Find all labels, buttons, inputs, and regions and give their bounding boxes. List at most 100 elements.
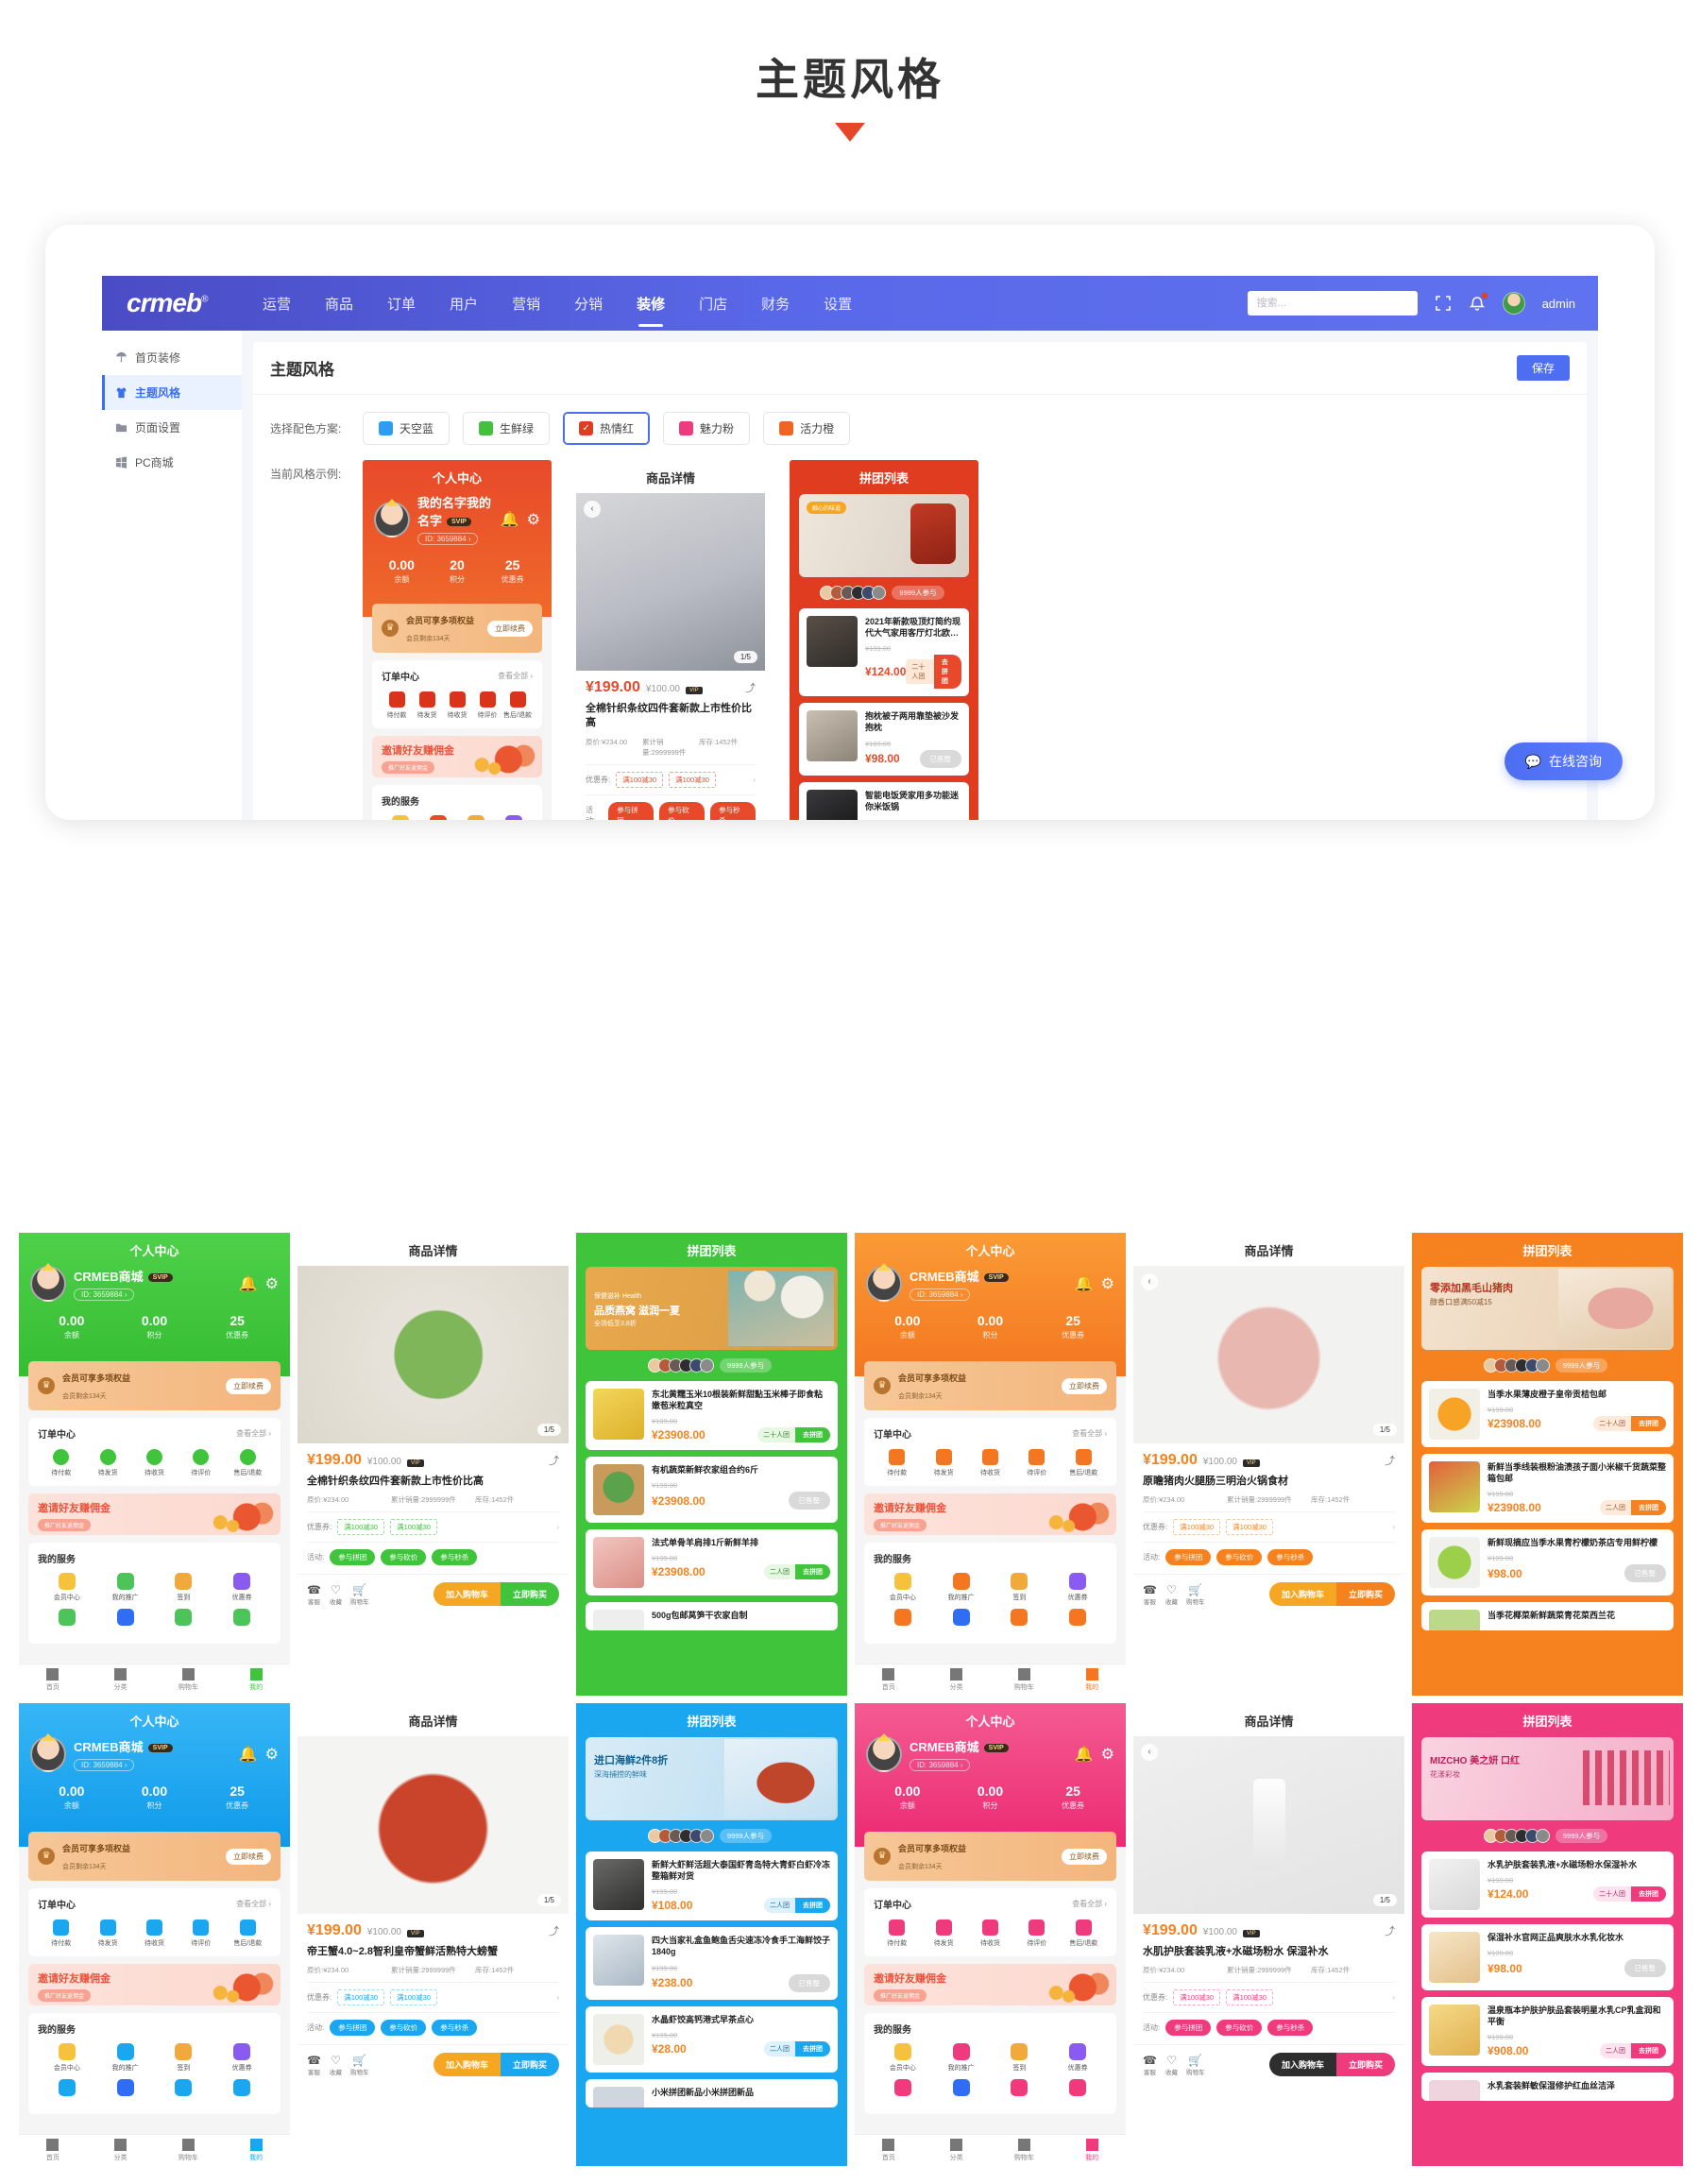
gl-item[interactable]: 500g包邮莴笋干农家自制 — [586, 1602, 838, 1631]
invite-banner[interactable]: 邀请好友赚佣金 推广好友返佣金 — [28, 1964, 280, 2005]
gl-join-button[interactable]: 二人团 去拼团 — [764, 2040, 830, 2056]
crmeb-logo[interactable]: crmeb® — [102, 288, 242, 318]
gl-item[interactable]: 水乳套装鲜敏保湿修护红血丝洁泽 — [1421, 2073, 1674, 2102]
gl-item[interactable]: 水晶虾饺高钙港式早茶点心 ¥199.00 ¥28.00 二人团 去拼团 — [586, 2005, 838, 2073]
add-cart-button[interactable]: 加入购物车 — [433, 2053, 501, 2077]
activity-bargain[interactable]: 参与砍价 — [1216, 1549, 1263, 1566]
order-item-aftersale[interactable]: 售后/退款 — [1061, 1449, 1107, 1477]
gl-banner[interactable]: 零添加黑毛山猪肉 醇香口感满50减15 — [1421, 1267, 1674, 1350]
bell-icon[interactable] — [1469, 292, 1488, 312]
service-icon[interactable]: ☎ 客服 — [1143, 1583, 1157, 1606]
tab-cart[interactable]: 购物车 — [991, 1668, 1059, 1692]
service-item-coupon[interactable]: 优惠券 — [212, 2043, 271, 2073]
gl-banner[interactable]: 触心的味道 — [799, 494, 969, 577]
bell-icon[interactable]: 🔔 — [239, 1745, 258, 1764]
gl-item[interactable]: 四大当家礼盒鱼鲍鱼舌尖速冻冷食手工海鲜饺子1840g ¥199.00 ¥238.… — [586, 1927, 838, 2000]
service-item-signin[interactable]: 签到 — [991, 1573, 1049, 1602]
sidebar-item-pc-mall[interactable]: PC商城 — [102, 445, 242, 480]
activity-seckill[interactable]: 参与秒杀 — [710, 801, 756, 820]
order-item-pending-pay[interactable]: 待付款 — [38, 1449, 84, 1477]
service-icon[interactable]: ☎ 客服 — [1143, 2054, 1157, 2076]
add-cart-button[interactable]: 加入购物车 — [433, 1582, 501, 1607]
scheme-option-fresh-green[interactable]: 生鲜绿 — [463, 412, 551, 445]
order-item-pending-review[interactable]: 待评价 — [178, 1920, 224, 1948]
service-item-extra-1[interactable] — [874, 1609, 932, 1629]
nav-item-yonghu[interactable]: 用户 — [448, 277, 480, 331]
gl-item[interactable]: 东北黄糯玉米10根装新鲜甜點玉米棒子即食粘嫩苞米粒真空 ¥199.00 ¥239… — [586, 1381, 838, 1451]
activity-seckill[interactable]: 参与秒杀 — [432, 1549, 478, 1566]
sidebar-item-page-settings[interactable]: 页面设置 — [102, 410, 242, 445]
sidebar-item-theme-style[interactable]: 主题风格 — [102, 375, 242, 410]
service-item-extra-4[interactable] — [1048, 2079, 1107, 2099]
invite-banner[interactable]: 邀请好友赚佣金 推广好友返佣金 — [372, 736, 542, 777]
gl-item[interactable]: 新鲜大虾鲜活超大泰国虾青岛特大青虾白虾冷冻整箱鲜对货 ¥199.00 ¥108.… — [586, 1851, 838, 1921]
share-icon[interactable]: ⤴ — [1385, 1453, 1395, 1468]
activity-group-buy[interactable]: 参与拼团 — [330, 2020, 376, 2037]
cart-icon[interactable]: 🛒 购物车 — [350, 1583, 369, 1606]
gl-banner[interactable]: MIZCHO 美之妍 口红 花漾彩妆 — [1421, 1737, 1674, 1820]
buy-now-button[interactable]: 立即购买 — [500, 2053, 559, 2077]
gl-item[interactable]: 法式单骨羊肩排1斤新鲜羊排 ¥199.00 ¥23908.00 二人团 去拼团 — [586, 1529, 838, 1596]
user-avatar[interactable] — [374, 502, 410, 537]
gl-banner[interactable]: 保健滋补 Health 品质燕窝 滋润一夏 全场低至3.8折 — [586, 1267, 838, 1350]
order-item-aftersale[interactable]: 售后/退款 — [502, 691, 533, 720]
gl-join-button[interactable]: 二人团 去拼团 — [764, 1564, 830, 1580]
vip-banner[interactable]: 会员可享多项权益 会员剩余134天 立即续费 — [372, 604, 542, 653]
bell-icon[interactable]: 🔔 — [239, 1274, 258, 1293]
uc-user-id[interactable]: ID: 3659884 › — [74, 1758, 135, 1771]
scheme-option-charm-pink[interactable]: 魅力粉 — [663, 412, 751, 445]
order-item-pending-pay[interactable]: 待付款 — [38, 1920, 84, 1948]
order-item-pending-pay[interactable]: 待付款 — [382, 691, 412, 720]
vip-renew-button[interactable]: 立即续费 — [226, 1377, 271, 1394]
bell-icon[interactable]: 🔔 — [1075, 1745, 1094, 1764]
nav-item-yingxiao[interactable]: 营销 — [510, 277, 542, 331]
service-item-promotion[interactable]: 我的推广 — [932, 2043, 991, 2073]
gear-icon[interactable]: ⚙ — [265, 1274, 279, 1293]
service-item-signin[interactable]: 签到 — [155, 1573, 213, 1602]
order-center-more[interactable]: 查看全部 › — [236, 1428, 271, 1439]
order-item-pending-receive[interactable]: 待收货 — [967, 1920, 1013, 1948]
vip-renew-button[interactable]: 立即续费 — [1062, 1848, 1107, 1865]
gl-item[interactable]: 有机蔬菜新鲜农家组合约6斤 ¥199.00 ¥23908.00 已售罄 — [586, 1457, 838, 1524]
service-item-extra-2[interactable] — [96, 2079, 155, 2099]
activity-bargain[interactable]: 参与砍价 — [381, 1549, 427, 1566]
coupon-row[interactable]: 优惠券: 满100减30 满100减30 › — [1143, 1511, 1395, 1536]
service-item-member[interactable]: 会员中心 — [874, 2043, 932, 2073]
order-item-pending-ship[interactable]: 待发货 — [84, 1920, 130, 1948]
service-item-promotion[interactable]: 我的推广 — [932, 1573, 991, 1602]
activity-group-buy[interactable]: 参与拼团 — [1165, 2020, 1212, 2037]
order-item-aftersale[interactable]: 售后/退款 — [225, 1449, 271, 1477]
product-image[interactable]: 1/5 — [298, 1736, 569, 1914]
service-item-coupon[interactable]: 优惠券 — [1048, 1573, 1107, 1602]
nav-item-caiwu[interactable]: 财务 — [759, 277, 791, 331]
service-item-extra-3[interactable] — [155, 2079, 213, 2099]
scheme-option-vital-orange[interactable]: 活力橙 — [763, 412, 851, 445]
fullscreen-icon[interactable] — [1435, 295, 1452, 312]
order-center-more[interactable]: 查看全部 › — [498, 671, 533, 681]
tab-cart[interactable]: 购物车 — [991, 2139, 1059, 2162]
order-item-pending-receive[interactable]: 待收货 — [442, 691, 472, 720]
uc-user-id[interactable]: ID: 3659884 › — [74, 1288, 135, 1301]
gl-item[interactable]: 水乳护肤套装乳液+水磁场粉水保湿补水 ¥199.00 ¥124.00 二十人团去… — [1421, 1851, 1674, 1918]
favorite-icon[interactable]: ♡ 收藏 — [330, 2054, 342, 2076]
order-item-pending-ship[interactable]: 待发货 — [920, 1449, 966, 1477]
order-item-pending-review[interactable]: 待评价 — [472, 691, 502, 720]
tab-home[interactable]: 首页 — [19, 2139, 87, 2162]
nav-item-shangpin[interactable]: 商品 — [323, 277, 355, 331]
service-icon[interactable]: ☎ 客服 — [307, 2054, 321, 2076]
coupon-row[interactable]: 优惠券: 满100减30 满100减30 › — [586, 763, 756, 788]
service-item-extra-1[interactable] — [874, 2079, 932, 2099]
user-avatar[interactable] — [866, 1266, 902, 1302]
invite-banner[interactable]: 邀请好友赚佣金 推广好友返佣金 — [864, 1493, 1116, 1535]
service-item-extra-3[interactable] — [991, 1609, 1049, 1629]
gl-item[interactable]: 2021年新款吸顶灯简约现代大气家用客厅灯北欧风格餐厅卧... ¥199.00 … — [799, 608, 969, 697]
gl-item[interactable]: 保湿补水官网正品爽肤水水乳化妆水 ¥199.00 ¥98.00 已售罄 — [1421, 1924, 1674, 1990]
service-item-signin[interactable]: 签到 — [457, 815, 495, 820]
tab-cart[interactable]: 购物车 — [155, 2139, 223, 2162]
uc-user-id[interactable]: ID: 3659884 › — [417, 533, 479, 545]
order-item-pending-ship[interactable]: 待发货 — [84, 1449, 130, 1477]
vip-banner[interactable]: 会员可享多项权益会员剩余134天 立即续费 — [28, 1832, 280, 1881]
uc-user-id[interactable]: ID: 3659884 › — [910, 1288, 971, 1301]
nav-item-mendian[interactable]: 门店 — [697, 277, 729, 331]
service-item-extra-1[interactable] — [38, 1609, 96, 1629]
